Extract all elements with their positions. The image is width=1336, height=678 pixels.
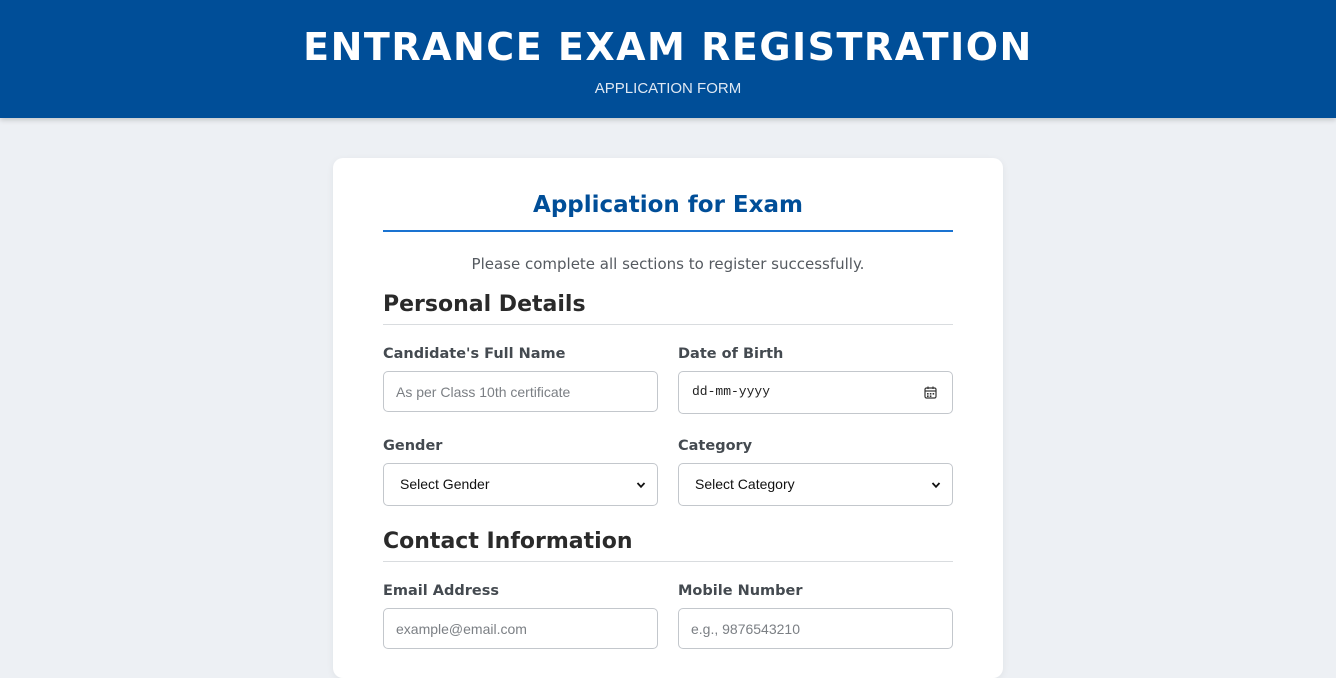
full-name-field-box [383,371,658,412]
page-subtitle: APPLICATION FORM [594,80,742,97]
calendar-icon[interactable] [924,386,937,399]
category-select[interactable]: Select Category [678,463,953,506]
form-title: Application for Exam [383,188,953,232]
email-label: Email Address [383,583,500,599]
section-title-contact-information: Contact Information [383,527,953,562]
full-name-input[interactable] [384,372,657,411]
mobile-field-box [678,608,953,649]
application-form-card: Application for Exam Please complete all… [333,158,1003,678]
page-title: ENTRANCE EXAM REGISTRATION [303,25,1033,69]
category-selected-value: Select Category [695,476,795,492]
section-title-personal-details: Personal Details [383,290,953,325]
full-name-label: Candidate's Full Name [383,346,566,362]
email-field[interactable] [384,609,657,648]
mobile-label: Mobile Number [678,583,803,599]
category-label: Category [678,438,753,454]
gender-selected-value: Select Gender [400,476,490,492]
chevron-down-icon [636,482,646,489]
email-field-box [383,608,658,649]
gender-select[interactable]: Select Gender [383,463,658,506]
dob-label: Date of Birth [678,346,784,362]
form-intro-text: Please complete all sections to register… [471,255,865,273]
chevron-down-icon [931,482,941,489]
dob-input[interactable]: dd-mm-yyyy [678,371,953,414]
dob-placeholder: dd-mm-yyyy [692,384,771,399]
gender-label: Gender [383,438,443,454]
mobile-number-field[interactable] [679,609,952,648]
page-header: ENTRANCE EXAM REGISTRATION APPLICATION F… [0,0,1336,118]
